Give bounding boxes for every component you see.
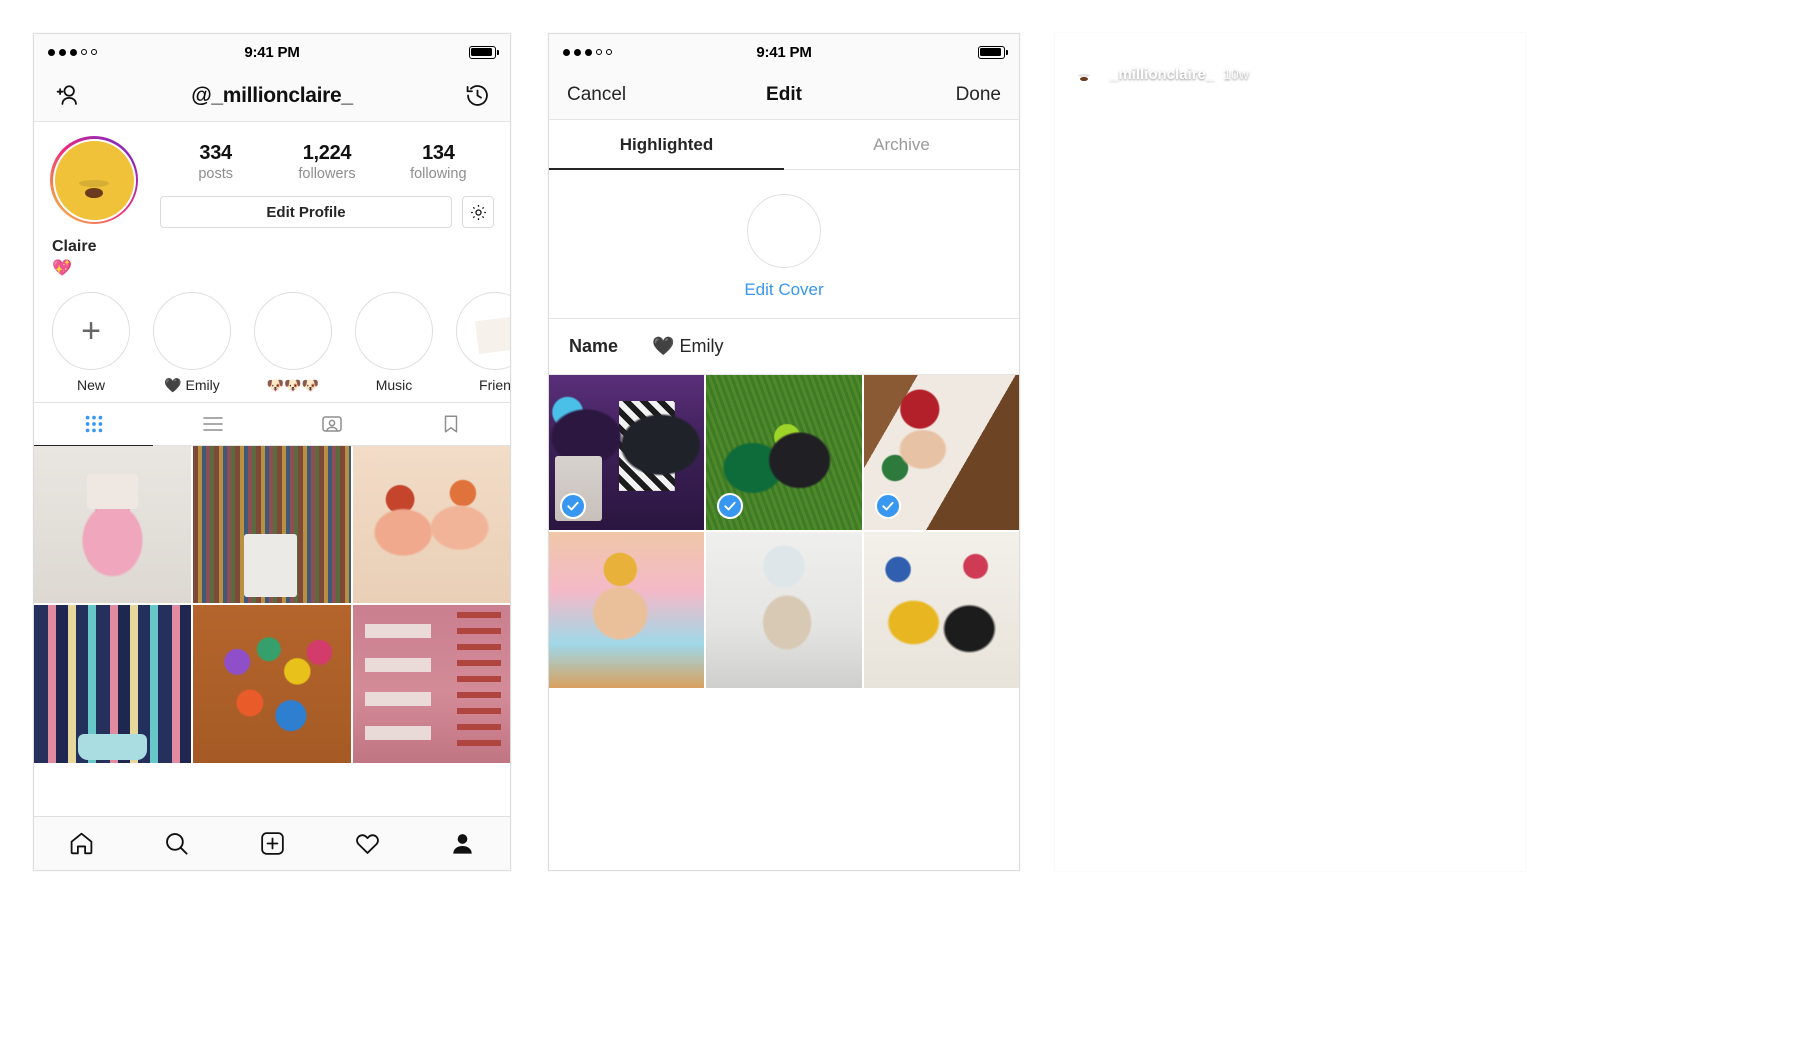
stat-posts-value: 334 [199, 142, 232, 164]
status-bar: 9:41 PM [549, 34, 1019, 70]
stat-followers-label: followers [298, 166, 356, 182]
edit-cover-button[interactable]: Edit Cover [549, 280, 1019, 300]
tab-archive[interactable]: Archive [784, 120, 1019, 169]
story-cell[interactable] [706, 375, 862, 531]
grid-cell[interactable] [34, 446, 192, 604]
highlight-cover-thumbnail[interactable] [747, 194, 821, 268]
more-options-icon[interactable] [1477, 839, 1507, 845]
phone-2-edit-highlight-screen: 9:41 PM Cancel Edit Done Highlighted Arc… [548, 33, 1020, 871]
check-icon[interactable] [874, 493, 901, 520]
highlight-new[interactable]: + New [50, 292, 132, 394]
segment-tabs[interactable]: Highlighted Archive [549, 120, 1019, 170]
story-cell[interactable] [706, 532, 862, 688]
profile-stats: 334 posts 1,224 followers 134 following [160, 136, 494, 228]
battery-icon [978, 45, 1008, 59]
highlight-label: Music [375, 377, 413, 393]
page-title: Edit [766, 83, 802, 105]
tab-highlighted[interactable]: Highlighted [549, 120, 784, 170]
story-username[interactable]: _millionclaire_ [1110, 66, 1214, 83]
screenshot-stage: 9:41 PM @_millionclaire_ 334 posts 1,224… [0, 0, 1800, 1047]
story-highlights-row[interactable]: + New 🖤 Emily 🐶🐶🐶 Music Frien [34, 278, 510, 402]
stat-posts-label: posts [198, 166, 233, 182]
highlight-friends[interactable]: Frien [454, 292, 510, 394]
highlight-label: Frien [479, 377, 510, 393]
profile-header: 334 posts 1,224 followers 134 following [34, 122, 510, 278]
name-field-value[interactable]: 🖤 Emily [652, 336, 723, 357]
photo-grid[interactable] [34, 446, 510, 763]
battery-icon [469, 45, 499, 59]
gear-icon[interactable] [462, 196, 494, 228]
close-icon[interactable] [1487, 61, 1513, 87]
grid-cell[interactable] [352, 605, 510, 763]
story-media[interactable] [1055, 33, 1525, 871]
avatar[interactable] [50, 136, 138, 224]
stat-following-label: following [410, 166, 467, 182]
heart-activity-icon[interactable] [320, 830, 415, 857]
highlight-emily[interactable]: 🖤 Emily [151, 292, 233, 394]
profile-tab-strip[interactable] [34, 402, 510, 446]
cover-section: Edit Cover [549, 170, 1019, 319]
stat-posts[interactable]: 334 posts [180, 142, 252, 182]
home-icon[interactable] [34, 830, 129, 857]
bottom-navigation-bar[interactable] [34, 816, 510, 870]
stat-followers-value: 1,224 [302, 142, 352, 164]
highlight-music[interactable]: Music [353, 292, 435, 394]
phone-3-story-viewer: _millionclaire_ 10w [1055, 33, 1525, 871]
stat-following-value: 134 [422, 142, 455, 164]
tab-bookmark[interactable] [391, 403, 510, 445]
grid-cell[interactable] [352, 446, 510, 604]
profile-icon[interactable] [415, 830, 510, 857]
story-avatar[interactable] [1067, 57, 1101, 91]
highlight-label: 🖤 Emily [164, 377, 220, 393]
display-name: Claire [52, 238, 97, 255]
highlight-label: New [76, 377, 105, 393]
add-post-icon[interactable] [224, 830, 319, 857]
story-cell[interactable] [863, 375, 1019, 531]
history-archive-icon[interactable] [460, 79, 494, 113]
story-selection-grid[interactable] [549, 375, 1019, 688]
status-bar-time: 9:41 PM [244, 43, 300, 61]
highlight-dogs[interactable]: 🐶🐶🐶 [252, 292, 334, 394]
search-icon[interactable] [129, 830, 224, 857]
profile-bio: Claire 💖 [50, 228, 494, 278]
stat-following[interactable]: 134 following [402, 142, 474, 182]
plus-icon: + [81, 312, 101, 350]
name-field-label: Name [569, 336, 619, 356]
add-person-icon[interactable] [50, 79, 84, 113]
edit-nav-bar: Cancel Edit Done [549, 70, 1019, 120]
status-bar: 9:41 PM [34, 34, 510, 70]
tab-tagged-photos[interactable] [272, 403, 391, 445]
story-cell[interactable] [549, 532, 705, 688]
story-cell[interactable] [549, 375, 705, 531]
story-cell[interactable] [863, 532, 1019, 688]
name-field-row[interactable]: Name 🖤 Emily [549, 319, 1019, 375]
edit-profile-button[interactable]: Edit Profile [160, 196, 452, 228]
status-bar-time: 9:41 PM [756, 43, 812, 61]
story-timestamp: 10w [1223, 66, 1249, 82]
bio-line: 💖 [52, 260, 72, 277]
grid-cell[interactable] [193, 446, 351, 604]
page-title: @_millionclaire_ [191, 83, 353, 107]
grid-cell[interactable] [34, 605, 192, 763]
profile-nav-bar: @_millionclaire_ [34, 70, 510, 122]
highlight-label: 🐶🐶🐶 [266, 377, 320, 393]
story-progress-bar [1067, 43, 1513, 46]
phone-1-profile-screen: 9:41 PM @_millionclaire_ 334 posts 1,224… [33, 33, 511, 871]
tab-list[interactable] [153, 403, 272, 445]
story-header: _millionclaire_ 10w [1067, 57, 1513, 91]
stat-followers[interactable]: 1,224 followers [291, 142, 363, 182]
tab-grid[interactable] [34, 403, 153, 446]
grid-cell[interactable] [193, 605, 351, 763]
